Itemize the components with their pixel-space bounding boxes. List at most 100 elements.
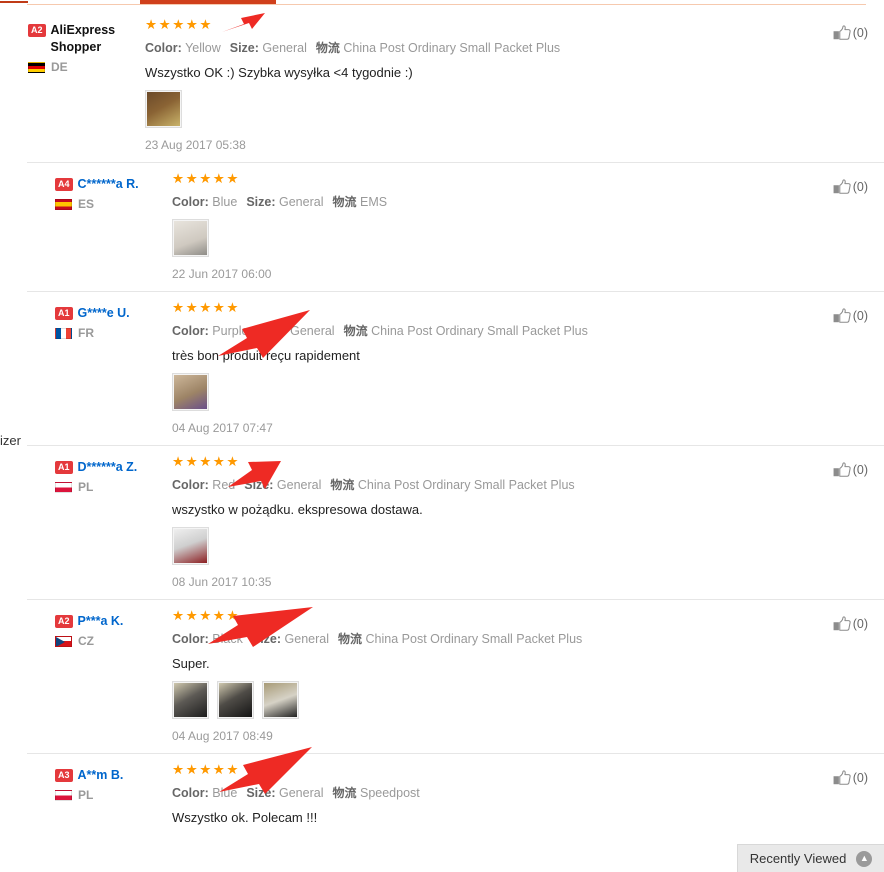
review-photo-thumbnail[interactable]	[217, 681, 254, 719]
reviewer-level-badge: A3	[55, 769, 73, 782]
color-label: Color:	[172, 195, 209, 209]
color-label: Color:	[172, 478, 209, 492]
review-content: ★★★★★ Color: Blue Size: General 物流 Speedpos…	[172, 763, 884, 826]
reviewer-name[interactable]: D******a Z.	[78, 459, 138, 476]
tab-underline-rule	[27, 4, 866, 5]
black-item-photo-1	[174, 683, 207, 717]
active-tab-indicator[interactable]	[140, 0, 276, 4]
review-date: 22 Jun 2017 06:00	[172, 267, 272, 281]
star-rating: ★★★★★	[172, 454, 241, 469]
review-attributes: Color: Red Size: General 物流 China Post Ord…	[172, 477, 774, 493]
thumbs-up-icon[interactable]	[833, 462, 851, 478]
top-accent-bar-left	[0, 1, 28, 3]
review-attributes: Color: Blue Size: General 物流 Speedpost	[172, 785, 774, 801]
review-body-text: Wszystko OK :) Szybka wysyłka <4 tygodni…	[145, 65, 413, 80]
size-label: Size:	[246, 195, 276, 209]
country-flag-icon	[55, 789, 72, 801]
size-value: General	[276, 478, 322, 492]
country-flag-icon	[55, 481, 72, 493]
color-value: Red	[212, 478, 236, 492]
recently-viewed-widget[interactable]: Recently Viewed ▲	[737, 844, 884, 872]
reviewer-name[interactable]: AliExpress Shopper	[51, 22, 133, 56]
logistics-label: 物流	[343, 324, 368, 338]
size-value: General	[262, 41, 307, 55]
review-content: ★★★★★ Color: Black Size: General 物流 China P…	[172, 609, 884, 743]
color-value: Blue	[212, 786, 238, 800]
thumbs-up-icon[interactable]	[833, 616, 851, 632]
blue-item-photo	[174, 221, 207, 255]
red-item-photo	[174, 529, 207, 563]
reviewer-name[interactable]: G****e U.	[78, 305, 130, 322]
thumbs-up-icon[interactable]	[833, 25, 851, 41]
helpful-button[interactable]: (0)	[833, 179, 868, 195]
star-rating: ★★★★★	[172, 762, 241, 777]
helpful-button[interactable]: (0)	[833, 770, 868, 786]
review-item: A4 C******a R. ES ★★★★★ Color: Blue Size: Gen…	[27, 162, 884, 291]
review-photo-thumbnail[interactable]	[172, 681, 209, 719]
logistics-label: 物流	[338, 632, 363, 646]
helpful-button[interactable]: (0)	[833, 25, 868, 41]
review-attributes: Color: Yellow Size: General 物流 China Post …	[145, 40, 774, 56]
color-value: Purple	[212, 324, 249, 338]
reviewer-name[interactable]: A**m B.	[78, 767, 124, 784]
review-date: 23 Aug 2017 05:38	[145, 138, 246, 152]
helpful-button[interactable]: (0)	[833, 616, 868, 632]
review-photo-list	[172, 219, 774, 257]
review-content: ★★★★★ Color: Purple Size: General 物流 China …	[172, 301, 884, 435]
shipping-method: China Post Ordinary Small Packet Plus	[343, 41, 561, 55]
review-list: A2 AliExpress Shopper DE ★★★★★ Color: Yellow…	[0, 9, 884, 836]
review-date: 08 Jun 2017 10:35	[172, 575, 272, 589]
reviewer-info: A3 A**m B. PL	[55, 767, 160, 802]
thumbs-up-icon[interactable]	[833, 770, 851, 786]
review-content: ★★★★★ Color: Red Size: General 物流 China Pos…	[172, 455, 884, 589]
thumbs-up-icon[interactable]	[833, 308, 851, 324]
helpful-count: (0)	[852, 180, 868, 194]
size-label: Size:	[244, 478, 274, 492]
reviewer-level-badge: A2	[28, 24, 46, 37]
helpful-count: (0)	[852, 771, 868, 785]
color-value: Black	[212, 632, 243, 646]
black-item-photo-3	[264, 683, 297, 717]
thumbs-up-icon[interactable]	[833, 179, 851, 195]
review-photo-list	[172, 373, 774, 411]
review-attributes: Color: Blue Size: General 物流 EMS	[172, 194, 774, 210]
country-code: FR	[78, 326, 94, 340]
country-flag-icon	[55, 327, 72, 339]
shipping-method: Speedpost	[359, 786, 420, 800]
shipping-method: China Post Ordinary Small Packet Plus	[371, 324, 588, 338]
reviewer-info: A2 AliExpress Shopper DE	[28, 22, 133, 74]
helpful-count: (0)	[852, 463, 868, 477]
reviewer-info: A1 G****e U. FR	[55, 305, 160, 340]
size-label: Size:	[251, 632, 282, 646]
review-photo-thumbnail[interactable]	[172, 219, 209, 257]
review-item: A2 AliExpress Shopper DE ★★★★★ Color: Yellow…	[0, 9, 884, 162]
review-body-text: Super.	[172, 656, 210, 671]
review-item: A1 D******a Z. PL ★★★★★ Color: Red Size: Gene…	[27, 445, 884, 599]
review-photo-thumbnail[interactable]	[172, 527, 209, 565]
review-photo-thumbnail[interactable]	[262, 681, 299, 719]
reviewer-name[interactable]: P***a K.	[78, 613, 124, 630]
chevron-up-icon[interactable]: ▲	[856, 850, 873, 867]
size-value: General	[279, 786, 324, 800]
size-value: General	[284, 632, 330, 646]
star-rating: ★★★★★	[172, 608, 241, 623]
review-photo-thumbnail[interactable]	[172, 373, 209, 411]
star-rating: ★★★★★	[172, 300, 241, 315]
star-rating: ★★★★★	[145, 17, 214, 32]
helpful-button[interactable]: (0)	[833, 308, 868, 324]
shipping-method: China Post Ordinary Small Packet Plus	[365, 632, 583, 646]
review-item: A3 A**m B. PL ★★★★★ Color: Blue Size: General…	[27, 753, 884, 836]
logistics-label: 物流	[330, 478, 355, 492]
reviewer-info: A1 D******a Z. PL	[55, 459, 160, 494]
shipping-method: China Post Ordinary Small Packet Plus	[357, 478, 575, 492]
size-label: Size:	[246, 786, 276, 800]
review-photo-thumbnail[interactable]	[145, 90, 182, 128]
color-value: Yellow	[185, 41, 221, 55]
helpful-button[interactable]: (0)	[833, 462, 868, 478]
reviewer-name[interactable]: C******a R.	[78, 176, 139, 193]
star-rating: ★★★★★	[172, 171, 241, 186]
country-code: PL	[78, 788, 94, 802]
review-item: A2 P***a K. CZ ★★★★★ Color: Black Size: Gener…	[27, 599, 884, 753]
review-date: 04 Aug 2017 08:49	[172, 729, 273, 743]
review-body-text: Wszystko ok. Polecam !!!	[172, 810, 318, 825]
